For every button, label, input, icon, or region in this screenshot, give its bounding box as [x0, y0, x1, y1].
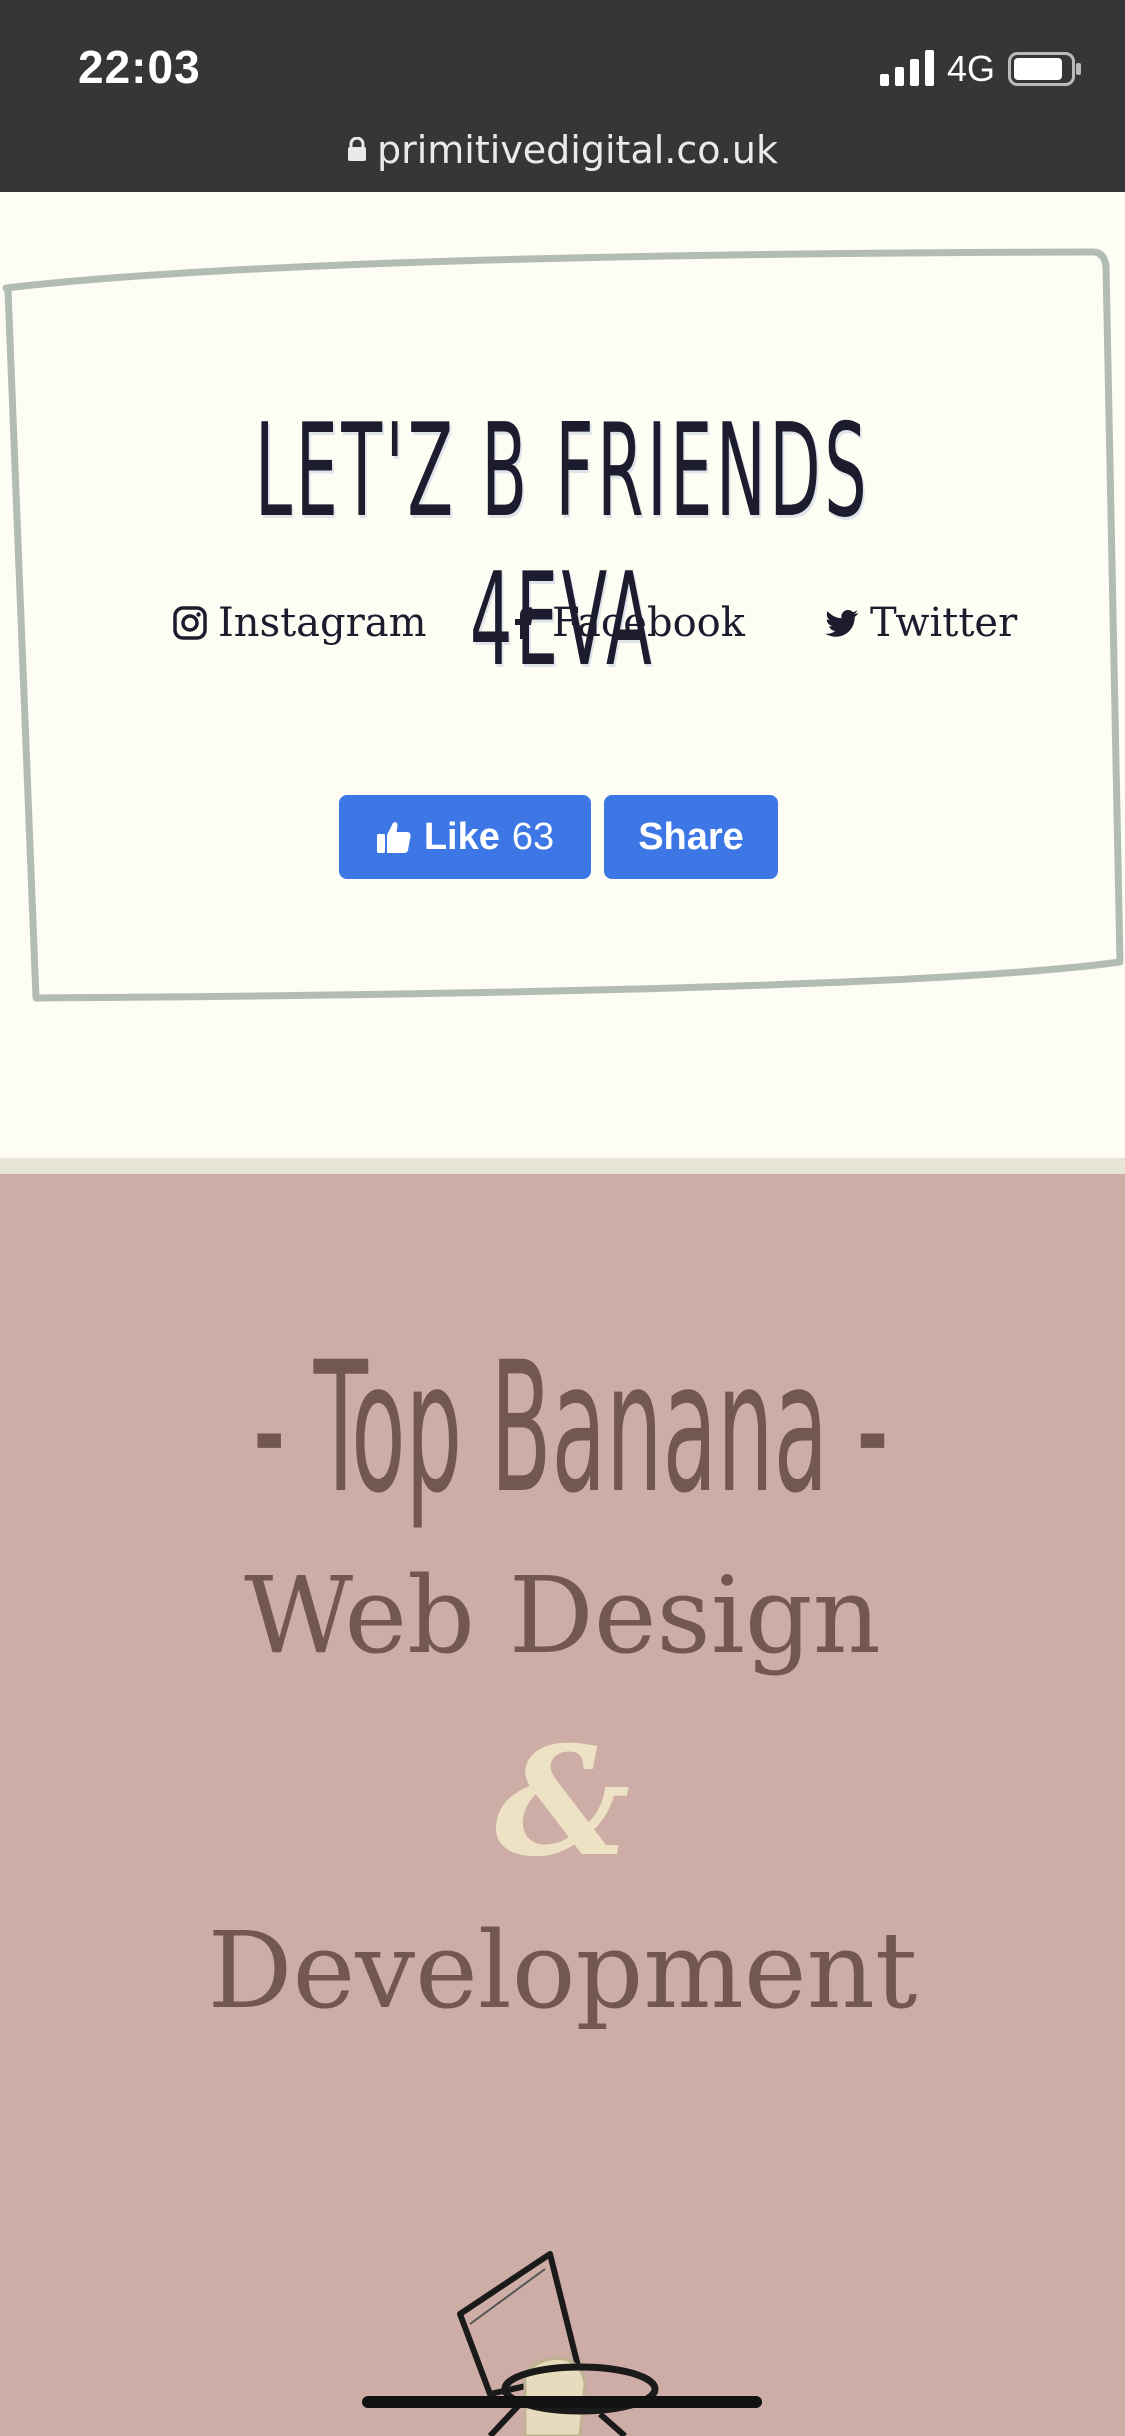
battery-icon: [1008, 52, 1081, 86]
social-section: LET'Z B FRIENDS 4EVA Instagram Facebook …: [0, 192, 1125, 1158]
hero-line-web-design: Web Design: [244, 1554, 881, 1677]
hero-section: - Top Banana - Web Design & Development: [0, 1174, 1125, 2436]
hero-line-development: Development: [207, 1909, 918, 2032]
instagram-label: Instagram: [218, 600, 427, 646]
instagram-link[interactable]: Instagram: [172, 600, 427, 646]
hero-ampersand: &: [494, 1714, 631, 1890]
thumbs-up-icon: [376, 822, 411, 853]
address-bar[interactable]: primitivedigital.co.uk: [0, 128, 1125, 172]
facebook-icon: [515, 607, 532, 639]
twitter-label: Twitter: [870, 600, 1018, 646]
facebook-label: Facebook: [552, 600, 745, 646]
share-button[interactable]: Share: [604, 795, 778, 879]
instagram-icon: [173, 606, 207, 640]
status-bar: 22:03 4G primitivedigital.co.uk: [0, 0, 1125, 192]
like-count: 63: [511, 815, 555, 858]
status-time: 22:03: [78, 41, 201, 93]
like-label: Like: [423, 815, 500, 858]
facebook-link[interactable]: Facebook: [506, 600, 745, 646]
url-text: primitivedigital.co.uk: [376, 128, 779, 172]
signal-icon: [880, 50, 934, 86]
social-links: Instagram Facebook Twitter: [0, 600, 1125, 660]
facebook-buttons: Like 63 Share: [339, 795, 778, 879]
section-divider: [0, 1158, 1125, 1174]
like-button[interactable]: Like 63: [339, 795, 591, 879]
hero-title: - Top Banana -: [253, 1324, 889, 1533]
twitter-link[interactable]: Twitter: [824, 600, 1017, 646]
home-indicator[interactable]: [362, 2396, 762, 2408]
twitter-icon: [825, 610, 858, 637]
lock-icon: [347, 136, 366, 161]
network-type: 4G: [947, 48, 996, 89]
